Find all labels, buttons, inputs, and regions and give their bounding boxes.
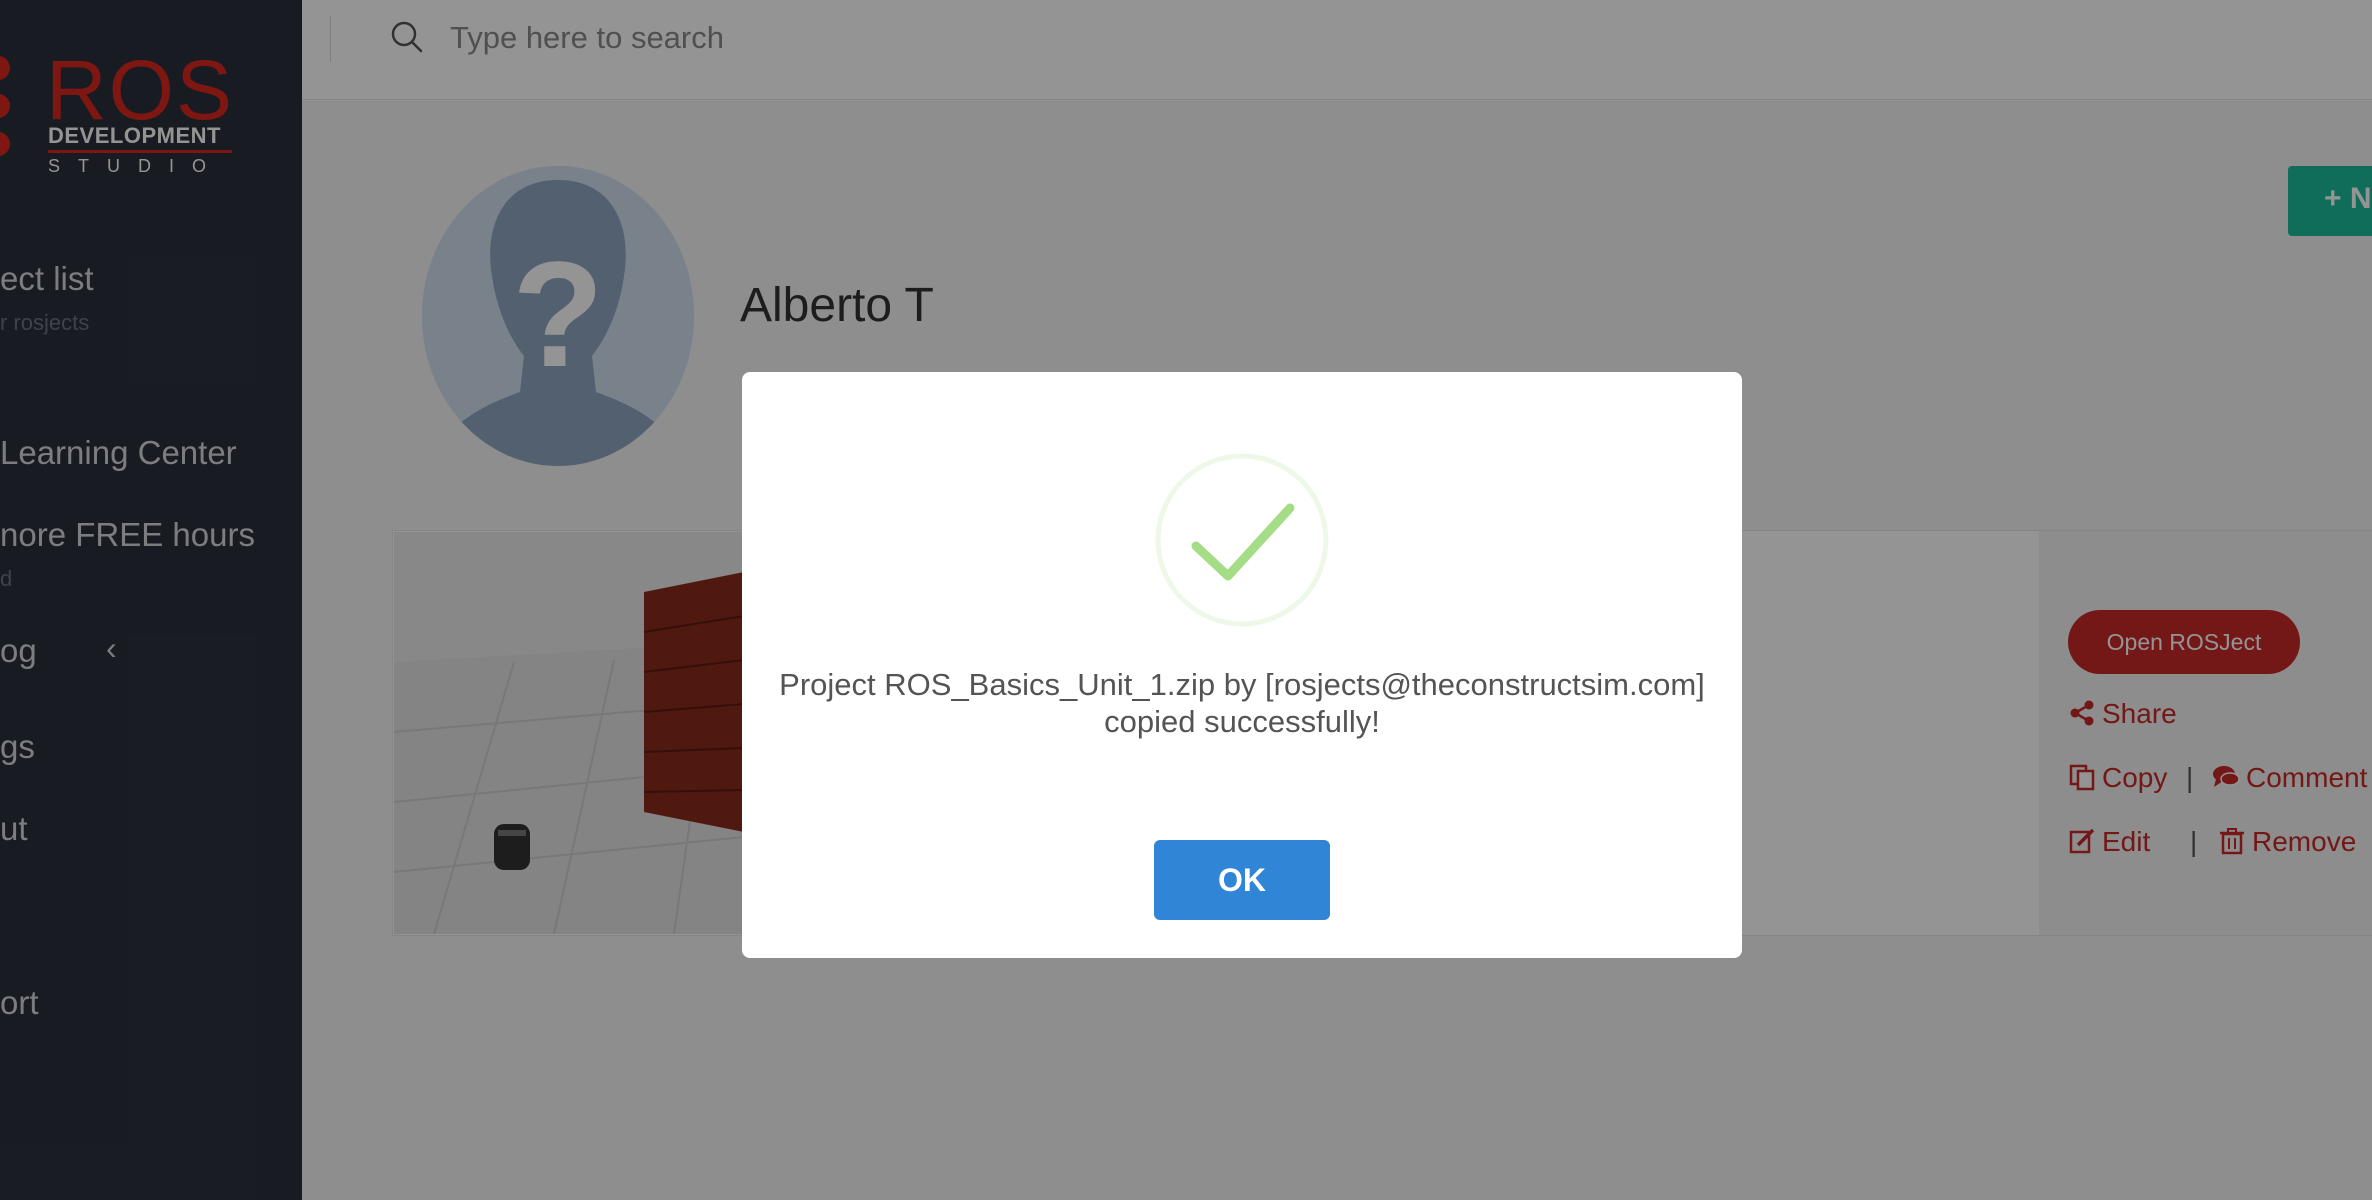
success-message: Project ROS_Basics_Unit_1.zip by [rosjec… bbox=[779, 667, 1705, 739]
success-checkmark-icon bbox=[1155, 453, 1329, 627]
success-dialog: Project ROS_Basics_Unit_1.zip by [rosjec… bbox=[742, 372, 1742, 958]
ok-button[interactable]: OK bbox=[1154, 840, 1330, 920]
